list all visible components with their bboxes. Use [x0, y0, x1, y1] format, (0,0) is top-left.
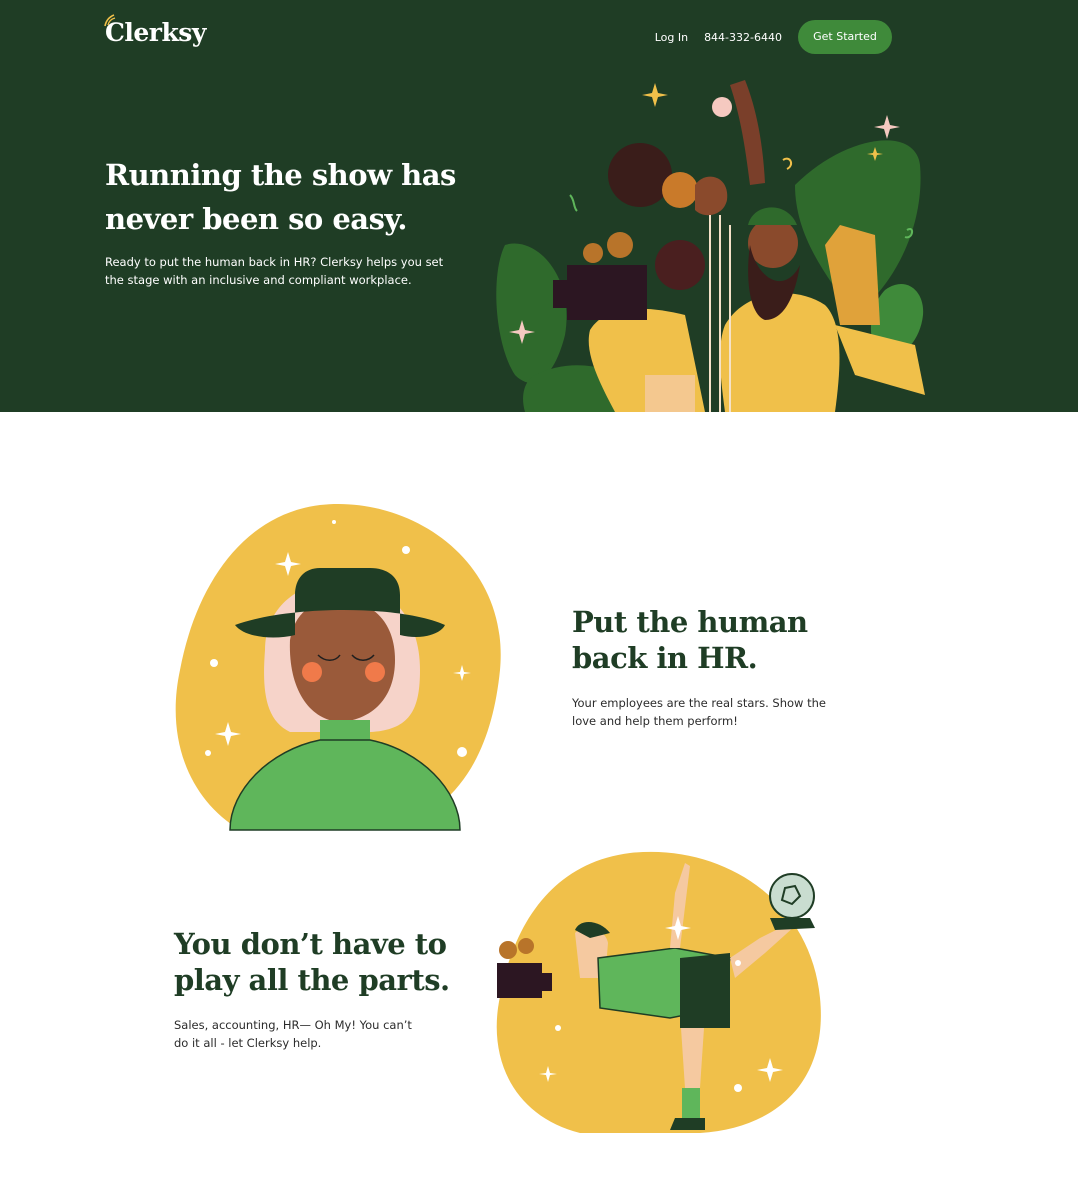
phone-link[interactable]: 844-332-6440 — [704, 31, 782, 44]
feature-1-title: Put the human back in HR. — [572, 605, 808, 675]
soccer-camera-illustration — [496, 851, 821, 1133]
feature-2-title: You don’t have to play all the parts. — [174, 927, 450, 997]
brand-name: Clerksy — [105, 18, 206, 47]
feature-2-text: Sales, accounting, HR— Oh My! You can’t … — [174, 1018, 412, 1050]
hero-section: Clerksy Log In 844-332-6440 Get Started … — [0, 0, 1078, 412]
hero-title: Running the show has never been so easy. — [105, 158, 456, 236]
wheat-logo-icon — [104, 14, 116, 27]
woman-hat-illustration — [175, 503, 501, 831]
top-nav: Log In 844-332-6440 Get Started — [655, 20, 892, 54]
login-link[interactable]: Log In — [655, 31, 688, 44]
feature-1-text: Your employees are the real stars. Show … — [572, 696, 826, 728]
hero-subtitle: Ready to put the human back in HR? Clerk… — [105, 255, 444, 287]
brand-logo[interactable]: Clerksy — [104, 14, 206, 47]
hero-illustration — [496, 80, 925, 412]
get-started-button[interactable]: Get Started — [798, 20, 892, 54]
